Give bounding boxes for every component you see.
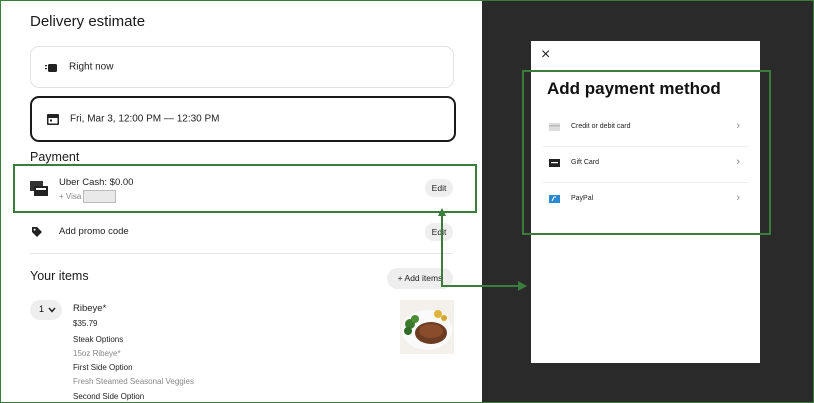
option-value-steak: 15oz Ribeye* [73,349,121,358]
quantity-value: 1 [39,304,45,314]
highlight-payment-box [13,164,477,213]
promo-code-label[interactable]: Add promo code [59,226,129,237]
tag-icon [32,227,42,237]
item-price: $35.79 [73,319,98,328]
checkout-panel: Delivery estimate Right now Fri, Mar 3, … [1,1,482,402]
delivery-estimate-title: Delivery estimate [30,13,146,30]
close-icon[interactable]: × [541,46,550,64]
delivery-option-scheduled[interactable]: Fri, Mar 3, 12:00 PM — 12:30 PM [30,96,456,142]
your-items-title: Your items [30,269,89,283]
right-now-label: Right now [69,61,114,73]
ribeye-food-image [400,300,454,354]
section-divider [30,253,452,254]
chevron-down-icon [48,307,56,313]
add-items-button[interactable]: + Add items [387,268,453,289]
option-label-first-side: First Side Option [73,363,133,372]
scheduled-time-label: Fri, Mar 3, 12:00 PM — 12:30 PM [70,113,220,125]
calendar-icon [47,114,59,125]
highlight-modal-box [522,70,771,235]
delivery-option-right-now[interactable]: Right now [30,46,454,88]
promo-edit-button[interactable]: Edit [425,223,453,241]
option-label-second-side: Second Side Option [73,392,145,401]
quantity-dropdown[interactable]: 1 [30,300,62,320]
screenshot-frame: Delivery estimate Right now Fri, Mar 3, … [0,0,814,403]
option-value-first-side: Fresh Steamed Seasonal Veggies [73,377,194,386]
item-name: Ribeye* [73,303,107,314]
bag-icon [45,64,57,72]
option-label-steak: Steak Options [73,335,124,344]
payment-title: Payment [30,150,80,164]
